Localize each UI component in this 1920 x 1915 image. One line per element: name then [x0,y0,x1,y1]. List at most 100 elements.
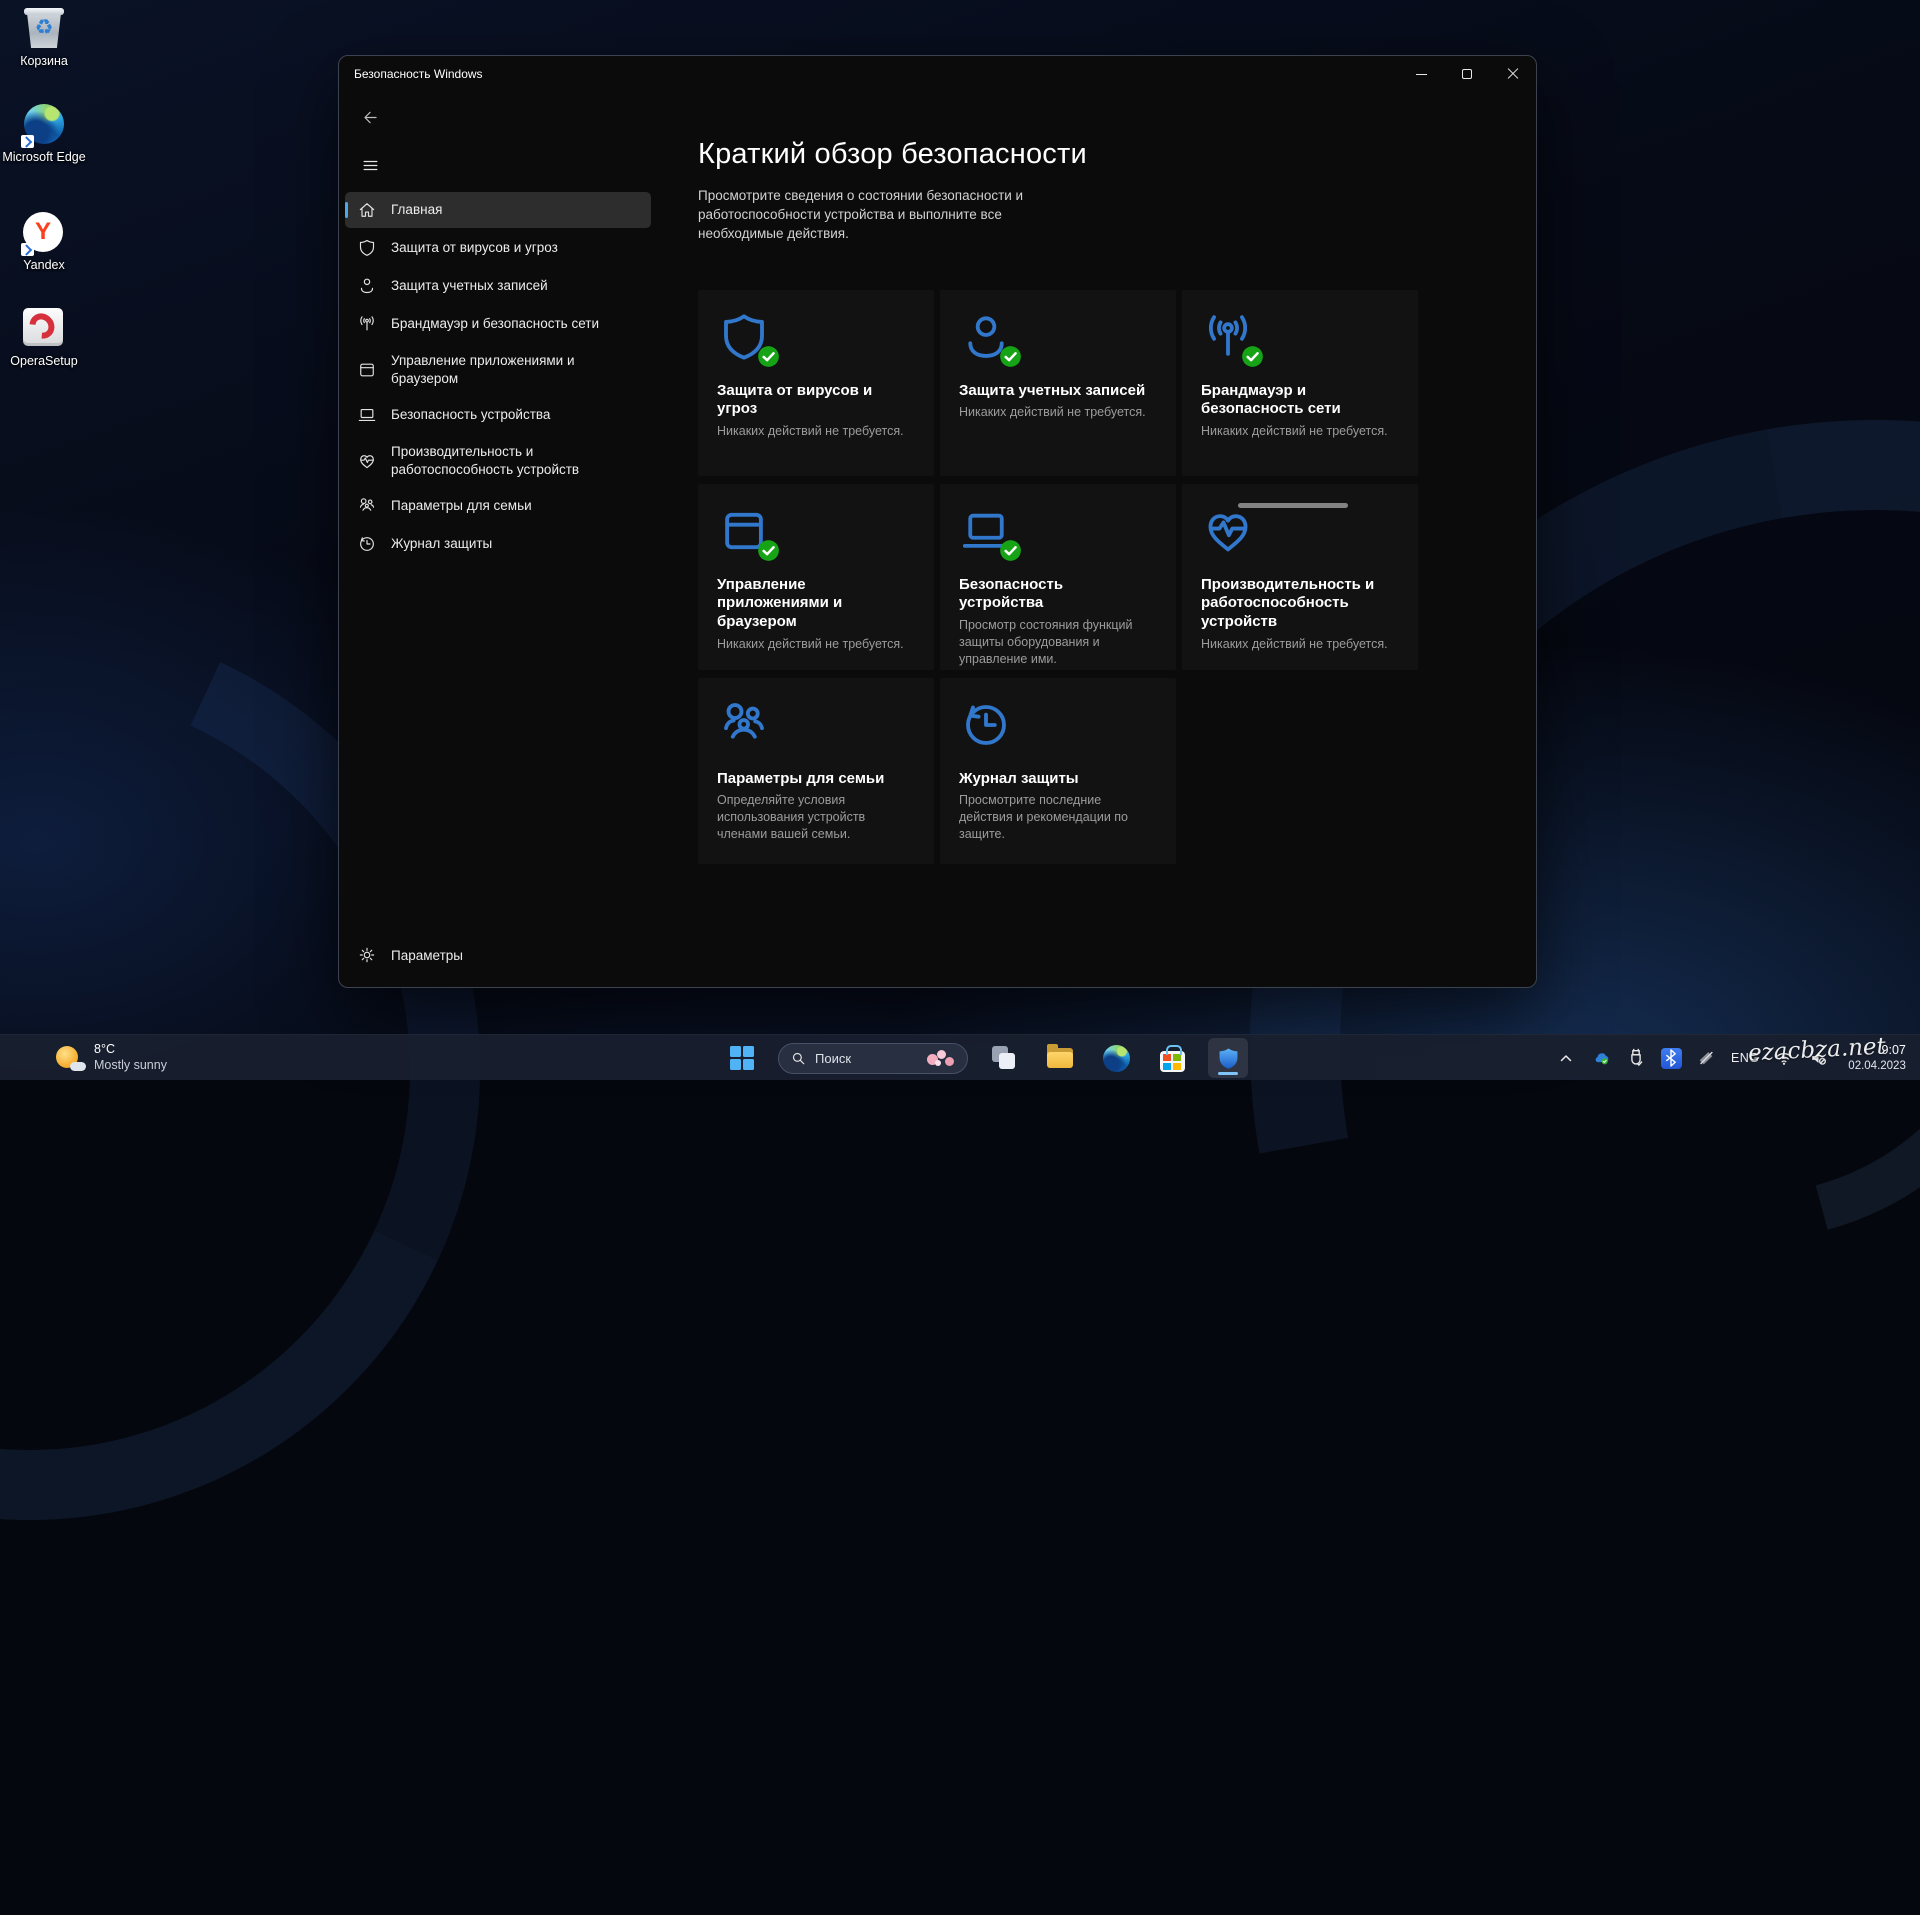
tile-protection-history[interactable]: Журнал защиты Просмотрите последние дейс… [940,678,1176,864]
history-icon [959,698,1013,752]
search-box[interactable]: Поиск [778,1043,968,1074]
weather-temperature: 8°C [94,1042,167,1058]
edge-icon [1103,1045,1130,1072]
security-shield-icon [1216,1046,1241,1071]
tray-wifi-button[interactable] [1772,1046,1796,1070]
tile-virus-threat-protection[interactable]: Защита от вирусов и угроз Никаких действ… [698,290,934,476]
tile-title: Управление приложениями и браузером [717,576,904,632]
desktop-icon-microsoft-edge[interactable]: Microsoft Edge [2,104,86,164]
sidebar-item-device-performance-health[interactable]: Производительность и работоспособность у… [345,435,651,486]
sidebar-item-protection-history[interactable]: Журнал защиты [345,526,651,562]
tile-firewall-network[interactable]: Брандмауэр и безопасность сети Никаких д… [1182,290,1418,476]
windows-security-taskbar-button[interactable] [1208,1038,1248,1078]
tray-tablet-button[interactable] [1694,1046,1718,1070]
tray-bluetooth-button[interactable] [1659,1046,1683,1070]
sidebar: Главная Защита от вирусов и угроз Защита… [339,92,657,987]
family-icon [357,496,377,516]
tile-status: Просмотрите последние действия и рекомен… [959,792,1146,843]
tile-device-performance-health[interactable]: Производительность и работоспособность у… [1182,484,1418,670]
shortcut-arrow-icon [21,243,34,256]
check-badge-icon [757,539,780,562]
opera-setup-icon [23,308,65,350]
clock-date: 02.04.2023 [1848,1059,1906,1074]
tray-volume-muted-button[interactable] [1807,1046,1831,1070]
clock-time: 9:07 [1848,1042,1906,1058]
check-badge-icon [999,345,1022,368]
sidebar-item-family-options[interactable]: Параметры для семьи [345,488,651,524]
tile-device-security[interactable]: Безопасность устройства Просмотр состоян… [940,484,1176,670]
tile-app-browser-control[interactable]: Управление приложениями и браузером Ника… [698,484,934,670]
gear-icon [357,945,377,965]
sidebar-settings-button[interactable]: Параметры [345,937,651,973]
tile-title: Безопасность устройства [959,576,1146,614]
sidebar-item-label: Брандмауэр и безопасность сети [391,315,599,333]
sidebar-item-label: Параметры для семьи [391,497,532,515]
desktop-icon-recycle-bin[interactable]: ♻ Корзина [2,8,86,68]
sidebar-item-label: Безопасность устройства [391,406,550,424]
windows-logo-icon [730,1046,754,1070]
family-icon [717,698,771,752]
active-app-indicator [1218,1072,1238,1076]
minimize-button[interactable] [1398,56,1444,92]
start-button[interactable] [722,1038,762,1078]
tray-usb-button[interactable] [1624,1046,1648,1070]
desktop-icon-label: Yandex [2,258,86,272]
shield-icon [357,238,377,258]
security-tiles-grid: Защита от вирусов и угроз Никаких действ… [698,290,1536,864]
bluetooth-icon [1661,1048,1681,1068]
tile-account-protection[interactable]: Защита учетных записей Никаких действий … [940,290,1176,476]
maximize-button[interactable] [1444,56,1490,92]
speaker-muted-icon [1809,1048,1829,1068]
tile-title: Защита от вирусов и угроз [717,382,904,420]
close-icon [1507,68,1519,80]
apps-icon [357,360,377,380]
laptop-icon [959,504,1013,558]
back-button[interactable] [355,104,385,130]
edge-button[interactable] [1096,1038,1136,1078]
menu-button[interactable] [355,152,385,178]
tray-overflow-button[interactable] [1554,1046,1578,1070]
firewall-network-icon [357,314,377,334]
tray-security-status-button[interactable] [1589,1046,1613,1070]
divider-artifact [1238,503,1348,508]
tile-title: Брандмауэр и безопасность сети [1201,382,1388,420]
window-title: Безопасность Windows [354,67,483,81]
health-icon [1201,504,1255,558]
clock[interactable]: 9:07 02.04.2023 [1848,1042,1910,1073]
check-badge-icon [999,539,1022,562]
tile-title: Производительность и работоспособность у… [1201,576,1388,632]
tile-title: Журнал защиты [959,770,1146,789]
file-explorer-button[interactable] [1040,1038,1080,1078]
task-view-button[interactable] [984,1038,1024,1078]
desktop-icon-opera-setup[interactable]: OperaSetup [2,308,86,368]
tile-title: Защита учетных записей [959,382,1146,401]
sidebar-item-virus-threat-protection[interactable]: Защита от вирусов и угроз [345,230,651,266]
close-button[interactable] [1490,56,1536,92]
tile-family-options[interactable]: Параметры для семьи Определяйте условия … [698,678,934,864]
sidebar-item-device-security[interactable]: Безопасность устройства [345,397,651,433]
weather-icon [54,1043,84,1073]
language-indicator[interactable]: ENG [1729,1051,1761,1065]
sidebar-item-label: Журнал защиты [391,535,492,553]
health-icon [357,451,377,471]
check-badge-icon [757,345,780,368]
windows-security-window: Безопасность Windows Главная Защита от в… [338,55,1537,988]
search-icon [791,1051,806,1066]
widgets-weather-button[interactable]: 8°C Mostly sunny [46,1039,175,1077]
sidebar-item-firewall-network[interactable]: Брандмауэр и безопасность сети [345,306,651,342]
sidebar-item-home[interactable]: Главная [345,192,651,228]
sidebar-item-label: Защита от вирусов и угроз [391,239,558,257]
recycle-bin-icon: ♻ [23,8,65,50]
desktop-icon-yandex[interactable]: Y Yandex [2,212,86,272]
sidebar-item-app-browser-control[interactable]: Управление приложениями и браузером [345,344,651,395]
sidebar-item-account-protection[interactable]: Защита учетных записей [345,268,651,304]
account-icon [357,276,377,296]
microsoft-store-button[interactable] [1152,1038,1192,1078]
minimize-icon [1416,74,1427,75]
shortcut-arrow-icon [21,135,34,148]
firewall-network-icon [1201,310,1255,364]
history-icon [357,534,377,554]
edge-icon [23,104,65,146]
tile-status: Определяйте условия использования устрой… [717,792,904,843]
chevron-up-icon [1556,1048,1576,1068]
